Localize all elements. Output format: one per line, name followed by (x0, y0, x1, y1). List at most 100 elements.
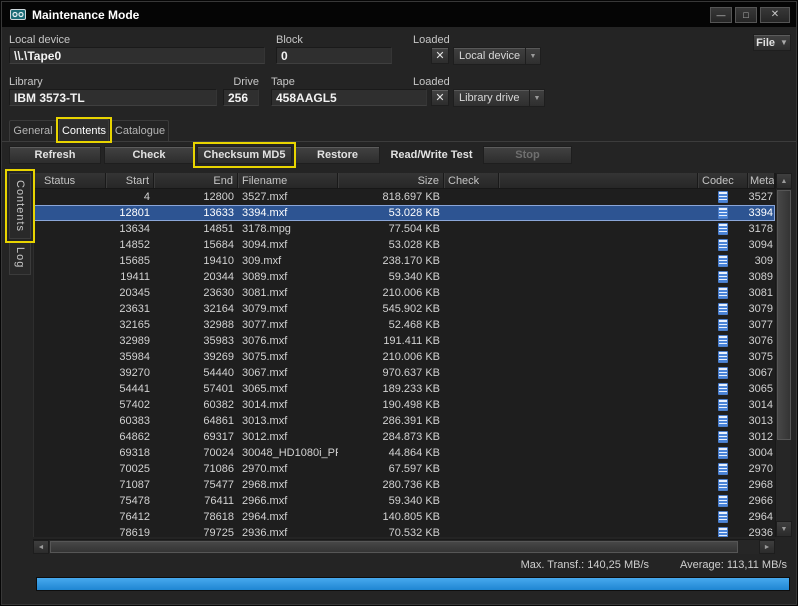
cell-size: 210.006 KB (338, 349, 444, 365)
stop-button[interactable]: Stop (483, 146, 572, 164)
unload-button-bottom[interactable]: ✕ (431, 89, 449, 106)
scroll-right-icon[interactable]: ► (759, 540, 775, 554)
scroll-left-icon[interactable]: ◄ (33, 540, 49, 554)
drive-field[interactable]: 256 (223, 89, 259, 106)
vertical-scrollbar[interactable]: ▲ ▼ (775, 173, 791, 537)
cell-filler (499, 269, 698, 285)
col-codec[interactable]: Codec (698, 173, 748, 188)
codec-icon (718, 351, 728, 363)
side-tab-contents[interactable]: Contents (9, 173, 31, 239)
cell-filler (499, 317, 698, 333)
cell-size: 59.340 KB (338, 493, 444, 509)
codec-icon (718, 255, 728, 267)
maximize-button[interactable]: □ (735, 7, 757, 23)
table-header[interactable]: Status Start End Filename Size Check Cod… (34, 173, 775, 189)
table-row[interactable]: 69318 70024 30048_HD1080i_PPS... 44.864 … (34, 445, 775, 461)
table-row[interactable]: 57402 60382 3014.mxf 190.498 KB 3014 (34, 397, 775, 413)
col-size[interactable]: Size (338, 173, 444, 188)
table-row[interactable]: 76412 78618 2964.mxf 140.805 KB 2964 (34, 509, 775, 525)
cell-filler (499, 461, 698, 477)
table-row[interactable]: 78619 79725 2936.mxf 70.532 KB 2936 (34, 525, 775, 537)
col-meta[interactable]: Metadata (748, 173, 775, 188)
cell-codec (698, 237, 748, 253)
table-row[interactable]: 70025 71086 2970.mxf 67.597 KB 2970 (34, 461, 775, 477)
cell-size: 189.233 KB (338, 381, 444, 397)
codec-icon (718, 191, 728, 203)
cell-status (34, 317, 106, 333)
cell-check (444, 381, 499, 397)
cell-size: 44.864 KB (338, 445, 444, 461)
scroll-up-icon[interactable]: ▲ (776, 173, 792, 189)
check-button[interactable]: Check (104, 146, 194, 164)
table-row[interactable]: 4 12800 3527.mxf 818.697 KB 3527 (34, 189, 775, 205)
cell-meta: 3094 (748, 237, 775, 253)
device-type-select[interactable]: Local device ▼ (453, 47, 541, 65)
cell-status (34, 333, 106, 349)
close-button[interactable]: ✕ (760, 7, 790, 23)
cell-filename: 3077.mxf (238, 317, 338, 333)
table-row[interactable]: 23631 32164 3079.mxf 545.902 KB 3079 (34, 301, 775, 317)
cell-filler (499, 349, 698, 365)
table-row[interactable]: 60383 64861 3013.mxf 286.391 KB 3013 (34, 413, 775, 429)
horizontal-scrollbar[interactable]: ◄ ► (33, 539, 775, 554)
table-row[interactable]: 12801 13633 3394.mxf 53.028 KB 3394 (34, 205, 775, 221)
file-menu-button[interactable]: File ▼ (753, 34, 791, 51)
cell-size: 67.597 KB (338, 461, 444, 477)
cell-filler (499, 381, 698, 397)
table-row[interactable]: 64862 69317 3012.mxf 284.873 KB 3012 (34, 429, 775, 445)
local-device-field[interactable]: \\.\Tape0 (9, 47, 265, 64)
cell-start: 13634 (106, 221, 154, 237)
cell-status (34, 205, 106, 221)
cell-end: 15684 (154, 237, 238, 253)
col-end[interactable]: End (154, 173, 238, 188)
max-transfer-status: Max. Transf.: 140,25 MB/s (521, 559, 649, 571)
unload-button-top[interactable]: ✕ (431, 47, 449, 64)
cell-size: 280.736 KB (338, 477, 444, 493)
table-row[interactable]: 14852 15684 3094.mxf 53.028 KB 3094 (34, 237, 775, 253)
horizontal-scroll-thumb[interactable] (50, 541, 738, 553)
table-row[interactable]: 15685 19410 309.mxf 238.170 KB 309 (34, 253, 775, 269)
side-tab-log[interactable]: Log (9, 241, 31, 275)
cell-end: 23630 (154, 285, 238, 301)
titlebar[interactable]: Maintenance Mode — □ ✕ (2, 2, 796, 27)
block-field[interactable]: 0 (276, 47, 392, 64)
cell-status (34, 301, 106, 317)
cell-meta: 2968 (748, 477, 775, 493)
tab-general[interactable]: General (9, 120, 57, 141)
read-write-test-button[interactable]: Read/Write Test (382, 146, 481, 164)
table-row[interactable]: 35984 39269 3075.mxf 210.006 KB 3075 (34, 349, 775, 365)
table-row[interactable]: 54441 57401 3065.mxf 189.233 KB 3065 (34, 381, 775, 397)
cell-filler (499, 413, 698, 429)
checksum-md5-button[interactable]: Checksum MD5 (197, 146, 292, 164)
table-row[interactable]: 32165 32988 3077.mxf 52.468 KB 3077 (34, 317, 775, 333)
tab-contents[interactable]: Contents (59, 119, 109, 142)
table-row[interactable]: 39270 54440 3067.mxf 970.637 KB 3067 (34, 365, 775, 381)
tape-field[interactable]: 458AAGL5 (271, 89, 427, 106)
library-drive-select[interactable]: Library drive ▼ (453, 89, 545, 107)
refresh-button[interactable]: Refresh (9, 146, 101, 164)
col-check[interactable]: Check (444, 173, 499, 188)
cell-size: 52.468 KB (338, 317, 444, 333)
restore-button[interactable]: Restore (295, 146, 380, 164)
col-status[interactable]: Status (34, 173, 106, 188)
table-row[interactable]: 32989 35983 3076.mxf 191.411 KB 3076 (34, 333, 775, 349)
table-row[interactable]: 19411 20344 3089.mxf 59.340 KB 3089 (34, 269, 775, 285)
cell-check (444, 349, 499, 365)
cell-check (444, 525, 499, 537)
tab-catalogue[interactable]: Catalogue (111, 120, 169, 141)
table-row[interactable]: 13634 14851 3178.mpg 77.504 KB 3178 (34, 221, 775, 237)
table-row[interactable]: 20345 23630 3081.mxf 210.006 KB 3081 (34, 285, 775, 301)
cell-filler (499, 253, 698, 269)
cell-filename: 3014.mxf (238, 397, 338, 413)
cell-filename: 2966.mxf (238, 493, 338, 509)
col-filename[interactable]: Filename (238, 173, 338, 188)
library-field[interactable]: IBM 3573-TL (9, 89, 217, 106)
minimize-button[interactable]: — (710, 7, 732, 23)
cell-filler (499, 285, 698, 301)
col-start[interactable]: Start (106, 173, 154, 188)
cell-size: 545.902 KB (338, 301, 444, 317)
table-row[interactable]: 75478 76411 2966.mxf 59.340 KB 2966 (34, 493, 775, 509)
table-row[interactable]: 71087 75477 2968.mxf 280.736 KB 2968 (34, 477, 775, 493)
vertical-scroll-thumb[interactable] (777, 190, 791, 440)
scroll-down-icon[interactable]: ▼ (776, 521, 792, 537)
